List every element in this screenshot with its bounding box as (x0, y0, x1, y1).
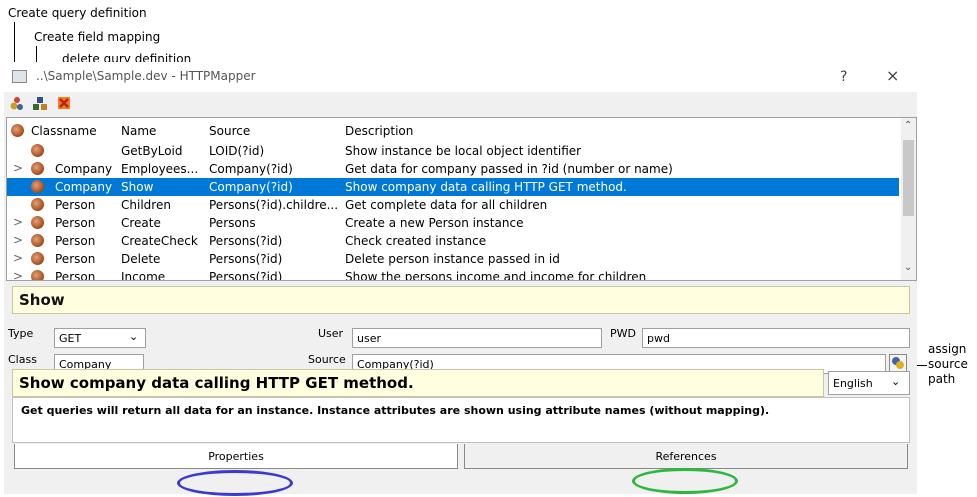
description-title: Show company data calling HTTP GET metho… (12, 369, 824, 397)
user-label: User (318, 327, 344, 340)
list-item[interactable]: Person Children Persons(?id).childre... … (7, 196, 899, 214)
scroll-down-icon[interactable]: ⌄ (904, 262, 912, 273)
description-body[interactable]: Get queries will return all data for an … (12, 397, 910, 443)
cell-name: Income (121, 270, 166, 281)
expand-chevron-icon[interactable]: > (13, 161, 23, 175)
create-field-mapping-icon[interactable] (32, 95, 48, 111)
pwd-field[interactable]: pwd (642, 328, 910, 348)
details-panel: Show Type GET ⌄ User user PWD pwd Class … (6, 284, 915, 472)
class-label: Class (8, 353, 37, 366)
type-label: Type (8, 327, 34, 340)
callout-create-query: Create query definition (8, 6, 147, 20)
list-item[interactable]: > Person CreateCheck Persons(?id) Check … (7, 232, 899, 250)
query-icon (31, 144, 44, 157)
list-item[interactable]: > Person Create Persons Create a new Per… (7, 214, 899, 232)
cell-classname: Person (55, 234, 96, 248)
cell-source: Company(?id) (209, 162, 293, 176)
cell-source: Persons(?id).childre... (209, 198, 339, 212)
tab-strip: Properties References (6, 444, 915, 472)
query-icon (31, 162, 44, 175)
list-item[interactable]: GetByLoid LOID(?id) Show instance be loc… (7, 142, 899, 160)
cell-classname: Company (55, 180, 113, 194)
column-header-classname[interactable]: Classname (31, 124, 97, 138)
scroll-up-icon[interactable]: ⌃ (904, 120, 912, 131)
app-window: ..\Sample\Sample.dev - HTTPMapper ? × Cl… (4, 62, 917, 494)
expand-chevron-icon[interactable]: > (13, 251, 23, 265)
column-header-description[interactable]: Description (345, 124, 413, 138)
cell-name: CreateCheck (121, 234, 198, 248)
cell-source: Persons(?id) (209, 252, 283, 266)
assign-source-path-icon[interactable] (889, 354, 907, 372)
query-icon (31, 198, 44, 211)
cell-name: GetByLoid (121, 144, 183, 158)
callout-assign-source-path: assign source path (928, 342, 968, 386)
app-icon (12, 70, 27, 83)
cell-name: Create (121, 216, 161, 230)
cell-classname: Company (55, 162, 113, 176)
cell-name: Children (121, 198, 171, 212)
cell-description: Create a new Person instance (345, 216, 524, 230)
cell-classname: Person (55, 252, 96, 266)
scrollbar-thumb[interactable] (903, 140, 914, 216)
query-icon (31, 252, 44, 265)
cell-description: Get complete data for all children (345, 198, 548, 212)
cell-classname: Person (55, 216, 96, 230)
query-icon (31, 216, 44, 229)
user-field[interactable]: user (352, 328, 602, 348)
delete-query-icon[interactable] (56, 95, 72, 111)
toolbar (4, 92, 917, 116)
cell-description: Delete person instance passed in id (345, 252, 560, 266)
list-item[interactable]: > Person Delete Persons(?id) Delete pers… (7, 250, 899, 268)
tab-properties[interactable]: Properties (14, 444, 458, 469)
expand-chevron-icon[interactable]: > (13, 269, 23, 280)
cell-source: Persons(?id) (209, 234, 283, 248)
query-icon (31, 234, 44, 247)
cell-classname: Person (55, 270, 96, 281)
query-title: Show (12, 286, 910, 314)
title-bar: ..\Sample\Sample.dev - HTTPMapper ? × (4, 62, 917, 92)
list-item[interactable]: > Person Income Persons(?id) Show the pe… (7, 268, 899, 281)
cell-description: Show company data calling HTTP GET metho… (345, 180, 627, 194)
classname-header-icon (11, 124, 24, 137)
list-item-selected[interactable]: Company Show Company(?id) Show company d… (7, 178, 899, 196)
source-label: Source (308, 353, 346, 366)
cell-name: Employees... (121, 162, 199, 176)
chevron-down-icon: ⌄ (129, 330, 139, 343)
cell-description: Show the persons income and income for c… (345, 270, 647, 281)
references-highlight (632, 468, 738, 494)
cell-source: Company(?id) (209, 180, 293, 194)
query-list: Classname Name Source Description GetByL… (6, 117, 917, 281)
cell-description: Show instance be local object identifier (345, 144, 582, 158)
tab-references[interactable]: References (464, 444, 908, 469)
query-icon (31, 180, 44, 193)
cell-description: Check created instance (345, 234, 487, 248)
cell-name: Delete (121, 252, 161, 266)
cell-source: Persons (209, 216, 256, 230)
help-button[interactable]: ? (840, 69, 847, 85)
expand-chevron-icon[interactable]: > (13, 215, 23, 229)
callout-create-field-mapping: Create field mapping (34, 30, 161, 44)
window-title: ..\Sample\Sample.dev - HTTPMapper (36, 69, 256, 83)
cell-name: Show (121, 180, 154, 194)
close-button[interactable]: × (886, 66, 899, 85)
column-header-name[interactable]: Name (121, 124, 156, 138)
cell-source: LOID(?id) (209, 144, 265, 158)
properties-highlight (177, 470, 293, 496)
cell-classname: Person (55, 198, 96, 212)
query-icon (31, 270, 44, 280)
cell-description: Get data for company passed in ?id (numb… (345, 162, 673, 176)
column-header-source[interactable]: Source (209, 124, 250, 138)
expand-chevron-icon[interactable]: > (13, 233, 23, 247)
list-scrollbar[interactable]: ⌃ ⌄ (901, 118, 916, 280)
create-query-icon[interactable] (10, 95, 26, 111)
cell-source: Persons(?id) (209, 270, 283, 281)
pwd-label: PWD (610, 327, 636, 340)
chevron-down-icon: ⌄ (891, 375, 901, 388)
language-select[interactable]: English ⌄ (828, 371, 910, 395)
list-item[interactable]: > Company Employees... Company(?id) Get … (7, 160, 899, 178)
type-select[interactable]: GET ⌄ (54, 328, 146, 348)
